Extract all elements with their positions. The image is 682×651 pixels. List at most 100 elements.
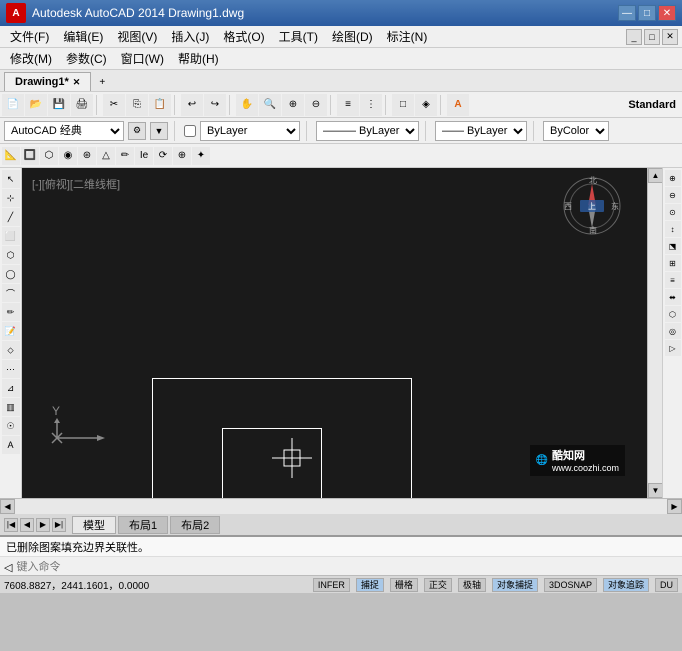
menu-draw[interactable]: 绘图(D)	[326, 26, 379, 47]
lt-pick-button[interactable]: ↖	[2, 170, 20, 188]
tab-nav-prev[interactable]: ◀	[20, 518, 34, 532]
undo-button[interactable]: ↩	[181, 94, 203, 116]
rt-btn-10[interactable]: ◎	[665, 323, 681, 339]
lt-btn-3[interactable]: ╱	[2, 208, 20, 226]
menu-format[interactable]: 格式(O)	[217, 26, 270, 47]
drawing1-tab-close[interactable]: ✕	[73, 77, 81, 88]
extra-btn-6[interactable]: △	[97, 147, 115, 165]
autocad-help-button[interactable]: A	[447, 94, 469, 116]
save-file-button[interactable]: 💾	[48, 94, 70, 116]
lt-btn-11[interactable]: ⋯	[2, 360, 20, 378]
linetype-select[interactable]: ——— ByLayer	[316, 121, 419, 141]
rt-btn-9[interactable]: ⬡	[665, 306, 681, 322]
maximize-button[interactable]: □	[638, 5, 656, 21]
menu-modify[interactable]: 修改(M)	[4, 48, 58, 69]
menu-edit[interactable]: 编辑(E)	[57, 26, 109, 47]
lt-btn-12[interactable]: ⊿	[2, 379, 20, 397]
drawing-canvas[interactable]: [-][俯视][二维线框] 北 南 西 东 上	[22, 168, 647, 498]
ducs-button[interactable]: DU	[655, 578, 678, 592]
copy-button[interactable]: ⎘	[126, 94, 148, 116]
rt-btn-3[interactable]: ⊙	[665, 204, 681, 220]
close-button[interactable]: ✕	[658, 5, 676, 21]
match-props-button[interactable]: ⋮	[360, 94, 382, 116]
minimize-button[interactable]: —	[618, 5, 636, 21]
insert-block-button[interactable]: □	[392, 94, 414, 116]
vertical-scrollbar[interactable]: ▲ ▼	[647, 168, 662, 498]
3dosnap-button[interactable]: 3DOSNAP	[544, 578, 597, 592]
scroll-right-button[interactable]: ▶	[667, 499, 682, 514]
workspace-settings-button[interactable]: ⚙	[128, 122, 146, 140]
drawing1-tab[interactable]: Drawing1* ✕	[4, 72, 91, 91]
tab-nav-next[interactable]: ▶	[36, 518, 50, 532]
otrack-button[interactable]: 对象追踪	[603, 578, 649, 592]
extra-btn-1[interactable]: 📐	[2, 147, 20, 165]
tab-nav-last[interactable]: ▶|	[52, 518, 66, 532]
workspace-menu-button[interactable]: ▼	[150, 122, 168, 140]
new-file-button[interactable]: 📄	[2, 94, 24, 116]
extra-btn-8[interactable]: Ie	[135, 147, 153, 165]
tab-nav-first[interactable]: |◀	[4, 518, 18, 532]
menu-help[interactable]: 帮助(H)	[172, 48, 225, 69]
rt-btn-11[interactable]: ▷	[665, 340, 681, 356]
redo-button[interactable]: ↪	[204, 94, 226, 116]
lt-btn-6[interactable]: ◯	[2, 265, 20, 283]
rt-btn-6[interactable]: ⊞	[665, 255, 681, 271]
scroll-up-button[interactable]: ▲	[648, 168, 663, 183]
color-select[interactable]: ByColor	[543, 121, 609, 141]
infer-button[interactable]: INFER	[313, 578, 350, 592]
zoom-window-button[interactable]: ⊕	[282, 94, 304, 116]
open-file-button[interactable]: 📂	[25, 94, 47, 116]
xref-button[interactable]: ◈	[415, 94, 437, 116]
extra-btn-5[interactable]: ⊛	[78, 147, 96, 165]
rt-btn-1[interactable]: ⊕	[665, 170, 681, 186]
zoom-button[interactable]: 🔍	[259, 94, 281, 116]
horizontal-scrollbar[interactable]: ◀ ▶	[0, 498, 682, 513]
lt-btn-4[interactable]: ⬜	[2, 227, 20, 245]
menu-window[interactable]: 窗口(W)	[115, 48, 170, 69]
lt-btn-7[interactable]: ⌒	[2, 284, 20, 302]
rt-btn-5[interactable]: ⬔	[665, 238, 681, 254]
sub-restore-button[interactable]: □	[644, 29, 660, 45]
extra-btn-3[interactable]: ⬡	[40, 147, 58, 165]
bylayer-check[interactable]	[184, 125, 196, 137]
command-input[interactable]	[16, 561, 678, 573]
ortho-button[interactable]: 正交	[424, 578, 452, 592]
rt-btn-8[interactable]: ⬌	[665, 289, 681, 305]
sub-minimize-button[interactable]: _	[626, 29, 642, 45]
new-tab-button[interactable]: +	[93, 73, 111, 91]
scroll-down-button[interactable]: ▼	[648, 483, 663, 498]
lineweight-select[interactable]: —— ByLayer	[435, 121, 527, 141]
polar-button[interactable]: 极轴	[458, 578, 486, 592]
cut-button[interactable]: ✂	[103, 94, 125, 116]
extra-btn-4[interactable]: ◉	[59, 147, 77, 165]
menu-view[interactable]: 视图(V)	[111, 26, 163, 47]
scroll-left-button[interactable]: ◀	[0, 499, 15, 514]
extra-btn-7[interactable]: ✏	[116, 147, 134, 165]
menu-tools[interactable]: 工具(T)	[273, 26, 324, 47]
lt-btn-10[interactable]: ⬦	[2, 341, 20, 359]
snap-button[interactable]: 捕捉	[356, 578, 384, 592]
extra-btn-9[interactable]: ⟳	[154, 147, 172, 165]
menu-insert[interactable]: 插入(J)	[165, 26, 215, 47]
lt-btn-9[interactable]: 📝	[2, 322, 20, 340]
workspace-select[interactable]: AutoCAD 经典	[4, 121, 124, 141]
grid-button[interactable]: 栅格	[390, 578, 418, 592]
lt-btn-8[interactable]: ✏	[2, 303, 20, 321]
paste-button[interactable]: 📋	[149, 94, 171, 116]
rt-btn-2[interactable]: ⊖	[665, 187, 681, 203]
properties-button[interactable]: ≡	[337, 94, 359, 116]
print-button[interactable]: 🖨	[71, 94, 93, 116]
lt-btn-5[interactable]: ⬡	[2, 246, 20, 264]
extra-btn-2[interactable]: 🔲	[21, 147, 39, 165]
sub-close-button[interactable]: ✕	[662, 29, 678, 45]
layout1-tab[interactable]: 布局1	[118, 516, 168, 534]
rt-btn-7[interactable]: ≡	[665, 272, 681, 288]
layer-select[interactable]: ByLayer	[200, 121, 300, 141]
osnap-button[interactable]: 对象捕捉	[492, 578, 538, 592]
menu-dimension[interactable]: 标注(N)	[381, 26, 434, 47]
extra-btn-10[interactable]: ⊕	[173, 147, 191, 165]
pan-button[interactable]: ✋	[236, 94, 258, 116]
rt-btn-4[interactable]: ↕	[665, 221, 681, 237]
layout2-tab[interactable]: 布局2	[170, 516, 220, 534]
menu-params[interactable]: 参数(C)	[60, 48, 113, 69]
